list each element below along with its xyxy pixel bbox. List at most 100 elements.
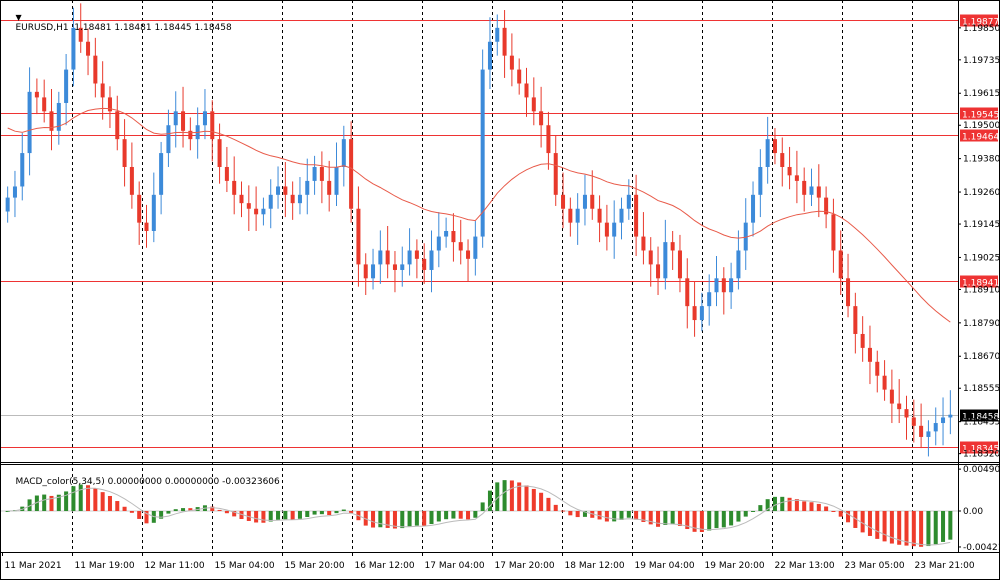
bear-candle — [517, 69, 522, 84]
bull-candle — [27, 91, 32, 154]
macd-bar-up — [707, 510, 712, 531]
bear-candle — [685, 278, 690, 307]
time-tick-label: 23 Mar 21:00 — [915, 561, 975, 571]
bear-candle — [656, 264, 661, 279]
macd-bar-up — [305, 510, 310, 518]
bear-candle — [853, 306, 858, 334]
macd-bar-down — [224, 510, 229, 514]
bear-candle — [553, 153, 558, 195]
macd-bar-up — [451, 510, 456, 519]
bull-candle — [173, 111, 178, 126]
macd-bar-down — [107, 495, 112, 511]
bear-candle — [802, 180, 807, 195]
macd-bar-down — [802, 501, 807, 511]
bear-candle — [451, 231, 456, 243]
bear-candle — [458, 242, 463, 251]
bear-candle — [129, 166, 134, 195]
bear-candle — [677, 250, 682, 279]
macd-bar-down — [553, 504, 558, 511]
macd-bar-down — [904, 510, 909, 546]
moving-average-path — [7, 107, 951, 323]
bear-candle — [846, 278, 851, 307]
bear-candle — [385, 250, 390, 265]
bear-candle — [780, 153, 785, 167]
macd-bar-up — [751, 510, 756, 512]
macd-bar-up — [729, 510, 734, 526]
macd-bar-down — [217, 509, 222, 511]
bear-candle — [919, 425, 924, 437]
macd-bar-down — [561, 510, 566, 512]
bear-candle — [137, 194, 142, 223]
bear-candle — [860, 333, 865, 348]
macd-bar-down — [327, 510, 332, 516]
bull-candle — [268, 194, 273, 209]
bull-candle — [429, 250, 434, 270]
macd-bar-down — [466, 510, 471, 520]
macd-bar-down — [656, 510, 661, 527]
macd-bar-up — [436, 510, 441, 522]
bull-candle — [582, 194, 587, 209]
bear-candle — [641, 236, 646, 251]
bull-candle — [736, 250, 741, 279]
bull-candle — [575, 208, 580, 223]
macd-bar-up — [276, 510, 281, 520]
macd-bar-up — [334, 510, 339, 514]
macd-bar-down — [889, 510, 894, 544]
bear-candle — [816, 186, 821, 198]
price-tick-label: 1.18320 — [963, 450, 1000, 460]
bear-candle — [509, 55, 514, 70]
bear-candle — [875, 361, 880, 376]
macd-bar-down — [546, 497, 551, 511]
bear-candle — [392, 264, 397, 270]
macd-bar-up — [714, 510, 719, 529]
bull-candle — [495, 27, 500, 42]
time-tick-label: 23 Mar 05:00 — [845, 561, 905, 571]
bull-candle — [151, 194, 156, 231]
bear-candle — [838, 250, 843, 279]
bull-candle — [444, 231, 449, 237]
macd-bar-up — [181, 508, 186, 511]
macd-bar-up — [407, 510, 412, 527]
bull-candle — [400, 264, 405, 270]
macd-bar-down — [634, 510, 639, 520]
macd-bar-up — [780, 496, 785, 511]
macd-bar-down — [875, 510, 880, 539]
price-tick-label: 1.19850 — [963, 24, 1000, 34]
bear-candle — [115, 111, 120, 140]
collapse-arrow-icon[interactable]: ▼ — [15, 13, 21, 22]
bull-candle — [261, 208, 266, 215]
bear-candle — [670, 242, 675, 251]
macd-bar-up — [721, 510, 726, 528]
bull-candle — [707, 292, 712, 307]
macd-bar-down — [787, 497, 792, 511]
bear-candle — [217, 139, 222, 167]
macd-bar-up — [319, 510, 324, 515]
macd-bar-down — [824, 506, 829, 511]
macd-bar-up — [948, 510, 953, 540]
symbol-header: ▼ EURUSD,H1 1.18481 1.18481 1.18445 1.18… — [4, 3, 231, 43]
macd-bar-up — [933, 510, 938, 545]
time-tick-label: 19 Mar 20:00 — [705, 561, 765, 571]
macd-bar-down — [860, 510, 865, 533]
macd-bar-up — [663, 510, 668, 525]
bull-candle — [619, 208, 624, 223]
bull-candle — [758, 166, 763, 195]
macd-indicator-text: MACD_color(5,34,5) 0.00000000 0.00000000… — [15, 477, 280, 487]
chart-window[interactable]: 1.19877 1.19545 1.19464 1.18941 1.18345 1.184… — [0, 0, 1000, 580]
bear-candle — [904, 409, 909, 418]
bear-candle — [122, 139, 127, 167]
price-level-label: 1.19545 — [962, 111, 999, 121]
bear-candle — [721, 278, 726, 293]
macd-bar-down — [129, 510, 134, 513]
bull-candle — [765, 139, 770, 167]
price-tick-label: 1.19025 — [963, 253, 1000, 263]
macd-bar-down — [261, 510, 266, 523]
macd-bar-up — [502, 480, 507, 511]
macd-tick-label: -0.00421 — [963, 543, 1000, 553]
macd-bar-down — [137, 510, 142, 519]
bear-candle — [144, 222, 149, 231]
bear-candle — [319, 166, 324, 181]
macd-bar-down — [531, 488, 536, 511]
bear-candle — [283, 186, 288, 195]
horizontal-levels: 1.198771.195451.194641.189411.183451.184… — [0, 14, 999, 455]
